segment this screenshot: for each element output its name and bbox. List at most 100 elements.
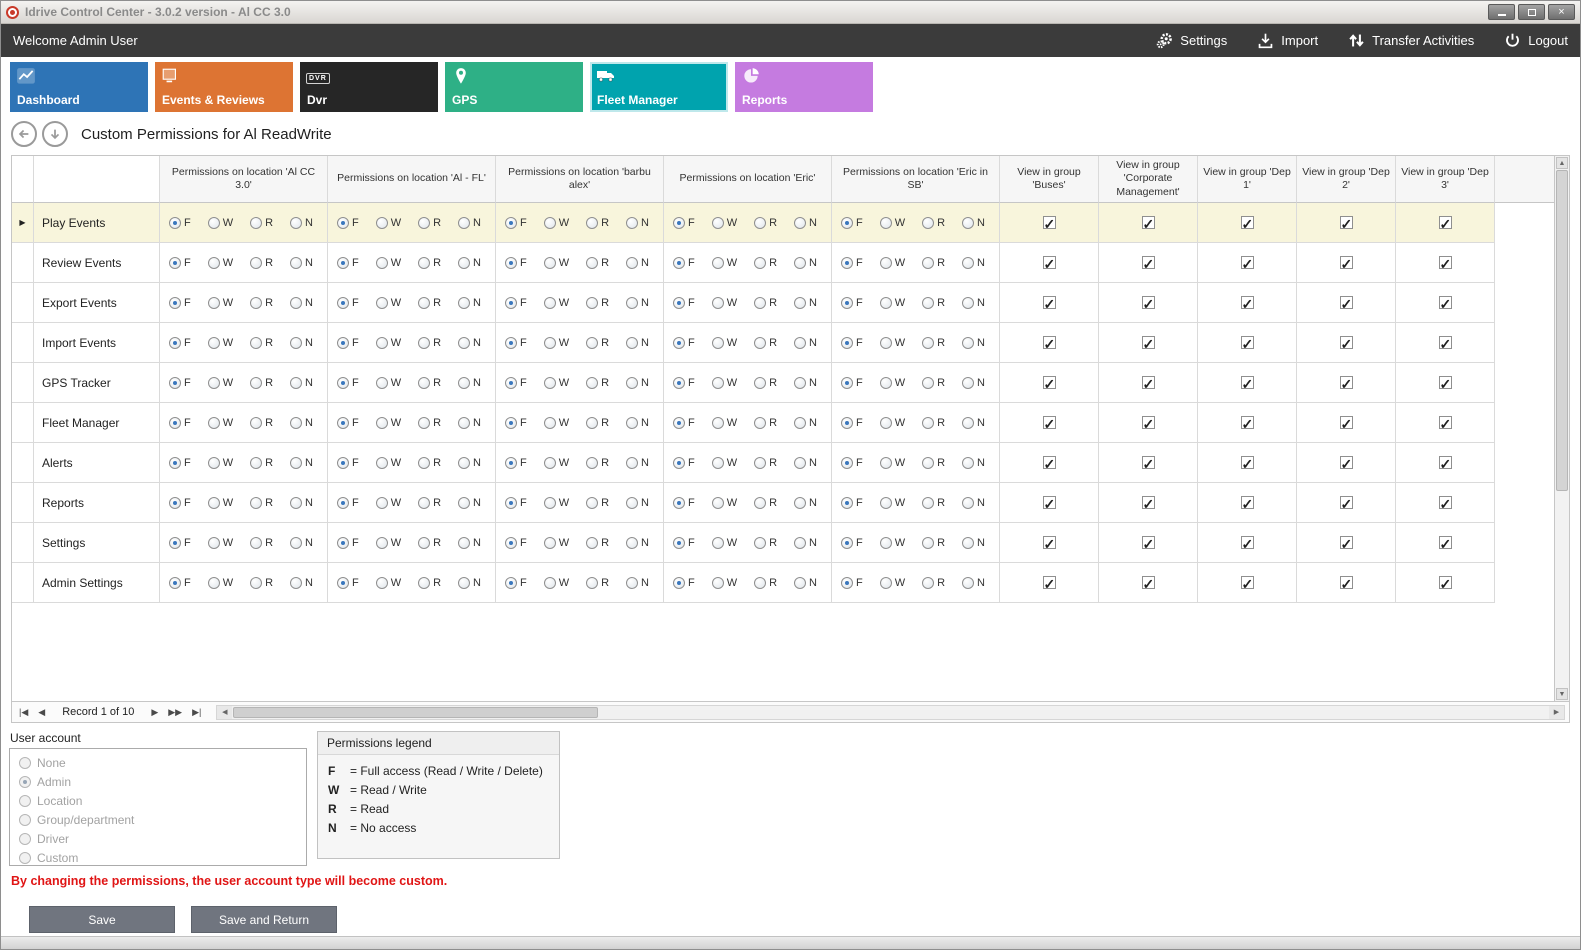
permission-radio-f[interactable]: F — [337, 577, 359, 589]
permission-radio-n[interactable]: N — [794, 217, 817, 229]
back-button[interactable] — [11, 121, 37, 147]
permission-radio-w[interactable]: W — [376, 537, 401, 549]
permission-radio-n[interactable]: N — [962, 497, 985, 509]
view-in-group-checkbox[interactable]: ✓ — [1439, 216, 1452, 229]
permission-radio-w[interactable]: W — [208, 537, 233, 549]
collapse-button[interactable] — [42, 121, 68, 147]
permission-radio-n[interactable]: N — [458, 457, 481, 469]
permission-radio-n[interactable]: N — [794, 457, 817, 469]
permission-radio-w[interactable]: W — [544, 497, 569, 509]
permission-radio-f[interactable]: F — [841, 217, 863, 229]
permission-radio-w[interactable]: W — [880, 457, 905, 469]
permission-radio-f[interactable]: F — [169, 577, 191, 589]
close-button[interactable]: × — [1548, 4, 1575, 20]
permission-radio-n[interactable]: N — [458, 217, 481, 229]
permission-radio-n[interactable]: N — [458, 297, 481, 309]
permission-radio-n[interactable]: N — [962, 377, 985, 389]
vertical-scroll-thumb[interactable] — [1556, 170, 1568, 491]
permission-radio-w[interactable]: W — [376, 257, 401, 269]
permission-radio-w[interactable]: W — [376, 417, 401, 429]
vertical-scrollbar[interactable]: ▲ ▼ — [1554, 156, 1569, 701]
permission-radio-f[interactable]: F — [505, 577, 527, 589]
permission-radio-r[interactable]: R — [250, 497, 273, 509]
permission-radio-n[interactable]: N — [290, 297, 313, 309]
next-record-button[interactable]: ▶ — [148, 708, 161, 717]
permission-radio-r[interactable]: R — [586, 577, 609, 589]
permission-radio-n[interactable]: N — [794, 577, 817, 589]
permission-radio-r[interactable]: R — [922, 417, 945, 429]
view-in-group-checkbox[interactable]: ✓ — [1043, 376, 1056, 389]
permission-radio-r[interactable]: R — [418, 257, 441, 269]
permission-radio-w[interactable]: W — [712, 537, 737, 549]
permission-radio-r[interactable]: R — [586, 337, 609, 349]
permission-radio-r[interactable]: R — [922, 217, 945, 229]
permission-radio-f[interactable]: F — [169, 337, 191, 349]
permission-radio-n[interactable]: N — [794, 417, 817, 429]
view-in-group-checkbox[interactable]: ✓ — [1142, 496, 1155, 509]
permission-radio-f[interactable]: F — [169, 297, 191, 309]
permission-radio-n[interactable]: N — [458, 497, 481, 509]
permission-radio-r[interactable]: R — [922, 337, 945, 349]
view-in-group-checkbox[interactable]: ✓ — [1241, 376, 1254, 389]
vertical-scroll-track[interactable] — [1556, 170, 1568, 687]
permission-radio-f[interactable]: F — [673, 497, 695, 509]
permission-radio-f[interactable]: F — [169, 377, 191, 389]
view-in-group-checkbox[interactable]: ✓ — [1439, 536, 1452, 549]
permission-radio-n[interactable]: N — [626, 457, 649, 469]
permission-radio-r[interactable]: R — [418, 457, 441, 469]
view-in-group-checkbox[interactable]: ✓ — [1241, 216, 1254, 229]
permission-radio-r[interactable]: R — [250, 457, 273, 469]
permission-radio-f[interactable]: F — [505, 417, 527, 429]
permission-radio-r[interactable]: R — [586, 497, 609, 509]
permission-radio-n[interactable]: N — [290, 337, 313, 349]
permission-radio-n[interactable]: N — [290, 257, 313, 269]
permission-radio-f[interactable]: F — [337, 497, 359, 509]
permission-radio-w[interactable]: W — [376, 217, 401, 229]
view-in-group-checkbox[interactable]: ✓ — [1043, 256, 1056, 269]
permission-radio-w[interactable]: W — [376, 377, 401, 389]
view-in-group-checkbox[interactable]: ✓ — [1340, 376, 1353, 389]
permission-radio-f[interactable]: F — [505, 297, 527, 309]
permission-radio-r[interactable]: R — [586, 217, 609, 229]
permission-radio-f[interactable]: F — [673, 377, 695, 389]
permission-radio-n[interactable]: N — [458, 417, 481, 429]
permission-radio-r[interactable]: R — [922, 257, 945, 269]
permission-radio-f[interactable]: F — [505, 537, 527, 549]
permission-radio-f[interactable]: F — [673, 457, 695, 469]
permission-radio-w[interactable]: W — [712, 497, 737, 509]
permission-radio-f[interactable]: F — [169, 257, 191, 269]
view-in-group-checkbox[interactable]: ✓ — [1142, 256, 1155, 269]
permission-radio-w[interactable]: W — [544, 417, 569, 429]
permission-radio-n[interactable]: N — [626, 497, 649, 509]
permission-radio-f[interactable]: F — [841, 497, 863, 509]
permission-radio-n[interactable]: N — [962, 217, 985, 229]
permission-radio-f[interactable]: F — [841, 297, 863, 309]
permission-radio-r[interactable]: R — [250, 257, 273, 269]
view-in-group-checkbox[interactable]: ✓ — [1340, 296, 1353, 309]
permission-radio-n[interactable]: N — [458, 257, 481, 269]
permission-radio-r[interactable]: R — [250, 577, 273, 589]
permission-radio-f[interactable]: F — [505, 457, 527, 469]
permission-radio-f[interactable]: F — [841, 417, 863, 429]
permission-radio-f[interactable]: F — [673, 217, 695, 229]
save-and-return-button[interactable]: Save and Return — [191, 906, 337, 933]
permission-radio-n[interactable]: N — [458, 537, 481, 549]
permission-radio-f[interactable]: F — [169, 457, 191, 469]
permission-radio-r[interactable]: R — [250, 337, 273, 349]
permission-radio-n[interactable]: N — [794, 497, 817, 509]
permission-radio-r[interactable]: R — [250, 537, 273, 549]
permission-radio-r[interactable]: R — [418, 497, 441, 509]
permission-radio-r[interactable]: R — [418, 337, 441, 349]
permission-radio-f[interactable]: F — [337, 377, 359, 389]
permission-radio-r[interactable]: R — [754, 497, 777, 509]
permission-radio-f[interactable]: F — [841, 457, 863, 469]
scroll-left-icon[interactable]: ◀ — [217, 706, 232, 719]
permission-radio-n[interactable]: N — [962, 457, 985, 469]
permission-radio-f[interactable]: F — [841, 577, 863, 589]
permission-radio-w[interactable]: W — [712, 377, 737, 389]
permission-radio-f[interactable]: F — [337, 297, 359, 309]
permission-radio-f[interactable]: F — [673, 577, 695, 589]
permission-radio-r[interactable]: R — [250, 417, 273, 429]
permission-radio-f[interactable]: F — [673, 537, 695, 549]
view-in-group-checkbox[interactable]: ✓ — [1439, 576, 1452, 589]
